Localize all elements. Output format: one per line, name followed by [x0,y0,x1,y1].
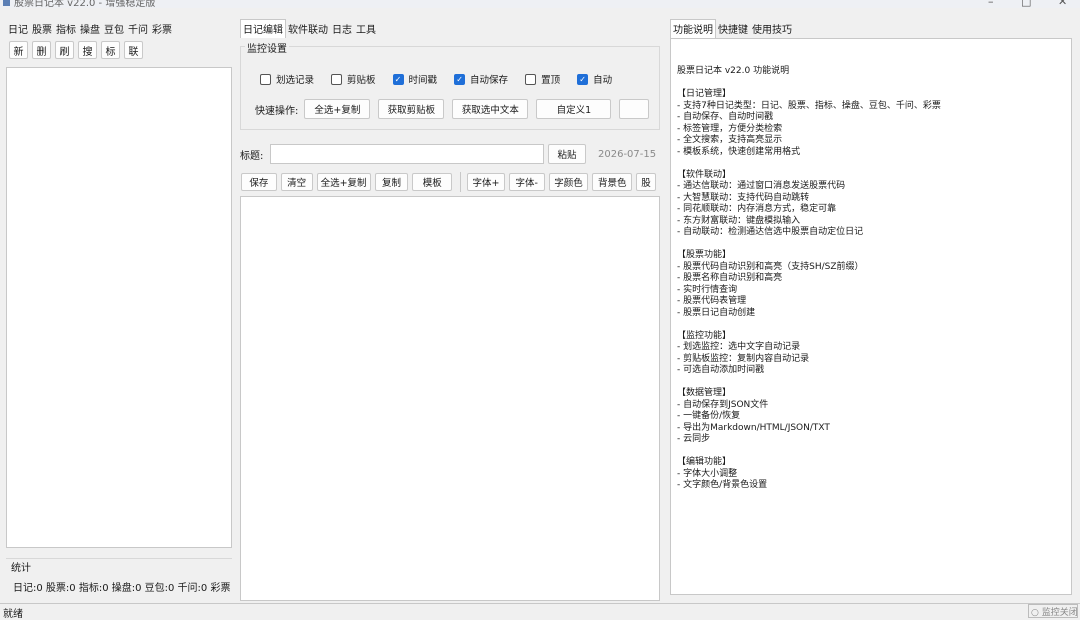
tab-diary-edit[interactable]: 日记编辑 [240,19,286,38]
app-icon [3,0,10,6]
title-label: 标题: [240,150,264,162]
checkbox-box [260,73,271,85]
font-increase-button[interactable]: 字体+ [467,173,505,191]
font-decrease-button[interactable]: 字体- [508,173,545,191]
search-button[interactable]: 搜 [78,41,97,59]
save-button[interactable]: 保存 [241,173,277,191]
select-all-copy-button[interactable]: 全选+复制 [304,99,371,119]
status-bar: 就绪 ○ 监控关闭 [0,603,1080,620]
tab-log[interactable]: 日志 [330,20,354,38]
tag-button[interactable]: 标 [101,41,120,59]
tab-qianwen[interactable]: 千问 [126,20,150,38]
checkbox-box-checked [454,73,466,85]
quick-actions-label: 快速操作: [255,105,299,117]
window-title: 股票日记本 v22.0 - 增强稳定版 [14,0,156,8]
checkbox-box [525,73,537,85]
copy-button[interactable]: 复制 [374,173,409,191]
date-display: 2026-07-15 [598,148,657,160]
tab-indicator[interactable]: 指标 [54,20,78,38]
status-text: 就绪 [3,609,23,620]
tab-trading[interactable]: 操盘 [78,20,102,38]
custom1-button[interactable]: 自定义1 [536,99,612,119]
checkbox-box [331,73,343,85]
checkbox-box-checked [577,73,589,85]
timestamp-checkbox[interactable]: 时间戳 [392,72,437,86]
tab-doubao[interactable]: 豆包 [102,20,126,38]
maximize-button[interactable]: □ [1021,0,1031,8]
editor-textarea[interactable] [240,196,660,601]
auto-save-checkbox[interactable]: 自动保存 [454,72,508,86]
minimize-button[interactable]: – [988,0,994,8]
delete-button[interactable]: 删 [32,41,51,59]
monitor-checkbox-row: 划选记录 剪贴板 时间戳 自动保存 置顶 自动 [260,72,658,86]
select-all-copy-editor-button[interactable]: 全选+复制 [316,173,371,191]
clipboard-checkbox[interactable]: 剪贴板 [331,72,376,86]
help-text: 股票日记本 v22.0 功能说明 【日记管理】 - 支持7种日记类型：日记、股票… [677,66,941,490]
tab-feature-description[interactable]: 功能说明 [670,19,716,38]
center-tab-bar: 日记编辑 软件联动 日志 工具 [240,19,378,38]
help-panel[interactable]: 股票日记本 v22.0 功能说明 【日记管理】 - 支持7种日记类型：日记、股票… [670,38,1072,595]
link-button[interactable]: 联 [124,41,143,59]
clear-button[interactable]: 清空 [280,173,313,191]
close-button[interactable]: ✕ [1058,0,1067,8]
diary-list[interactable] [6,67,232,548]
text-color-button[interactable]: 字颜色 [548,173,589,191]
left-tab-bar: 日记 股票 指标 操盘 豆包 千问 彩票 [6,20,174,38]
tab-tools[interactable]: 工具 [354,20,378,38]
editor-toolbar: 保存 清空 全选+复制 复制 模板 字体+ 字体- 字颜色 背景色 股 [241,172,660,192]
title-input[interactable] [270,144,544,164]
tab-stock[interactable]: 股票 [30,20,54,38]
get-selected-text-button[interactable]: 获取选中文本 [452,99,529,119]
get-clipboard-button[interactable]: 获取剪贴板 [378,99,445,119]
auto-link-checkbox[interactable]: 自动 [577,72,612,86]
pin-top-checkbox[interactable]: 置顶 [525,72,560,86]
tab-usage-tips[interactable]: 使用技巧 [750,20,794,38]
monitor-status-button[interactable]: ○ 监控关闭 [1028,604,1078,618]
checkbox-box-checked [392,73,404,85]
title-row: 标题: 粘贴 2026-07-15 [240,143,660,165]
tab-software-link[interactable]: 软件联动 [286,20,330,38]
toolbar-divider [460,172,462,192]
monitor-settings-title: 监控设置 [245,40,289,55]
background-color-button[interactable]: 背景色 [592,173,633,191]
select-record-checkbox[interactable]: 划选记录 [260,72,314,86]
tab-diary[interactable]: 日记 [6,20,30,38]
tab-shortcuts[interactable]: 快捷键 [716,20,750,38]
left-toolbar: 新 删 刷 搜 标 联 [9,41,147,59]
template-button[interactable]: 模板 [412,173,453,191]
right-tab-bar: 功能说明 快捷键 使用技巧 [670,19,794,38]
stats-text: 日记:0 股票:0 指标:0 操盘:0 豆包:0 千问:0 彩票 [13,583,231,594]
tab-lottery[interactable]: 彩票 [150,20,174,38]
custom2-button[interactable] [619,99,650,119]
title-bar: 股票日记本 v22.0 - 增强稳定版 – □ ✕ [0,0,1080,8]
quick-actions-row: 快速操作: 全选+复制 获取剪贴板 获取选中文本 自定义1 [255,98,658,120]
stock-button[interactable]: 股 [636,173,656,191]
refresh-button[interactable]: 刷 [55,41,74,59]
paste-button[interactable]: 粘贴 [548,144,586,164]
stats-title: 统计 [11,563,31,574]
new-button[interactable]: 新 [9,41,28,59]
